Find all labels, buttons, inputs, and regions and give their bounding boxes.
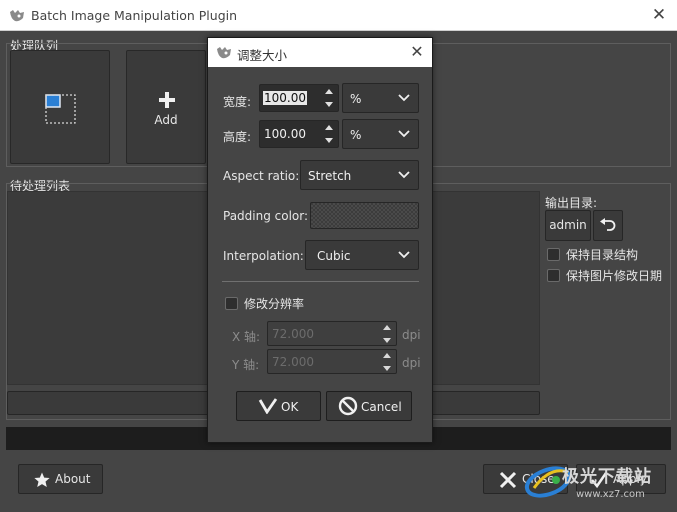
padding-color-button[interactable] <box>310 202 419 229</box>
cancel-label: Cancel <box>361 400 402 414</box>
aspect-ratio-label: Aspect ratio: <box>223 169 300 183</box>
cancel-button[interactable]: Cancel <box>326 391 412 421</box>
keep-date-checkbox[interactable]: 保持图片修改日期 <box>547 267 662 284</box>
height-spinbox[interactable]: 100.00 <box>259 120 339 148</box>
height-stepper-arrows[interactable] <box>324 123 336 145</box>
width-unit-value: % <box>350 92 362 106</box>
output-folder-button[interactable]: admin <box>545 210 591 241</box>
change-resolution-label: 修改分辨率 <box>244 297 305 311</box>
y-resolution-spinbox[interactable]: 72.000 <box>267 349 397 374</box>
keep-structure-label: 保持目录结构 <box>566 248 639 262</box>
star-icon <box>34 472 50 487</box>
width-value[interactable]: 100.00 <box>263 91 307 105</box>
add-step-label: Add <box>154 113 178 127</box>
width-spinbox[interactable]: 100.00 <box>259 84 339 112</box>
interpolation-label: Interpolation: <box>223 249 304 263</box>
chevron-down-icon <box>398 171 410 179</box>
ok-label: OK <box>281 400 299 414</box>
dialog-title: 调整大小 <box>237 48 288 63</box>
keep-date-box[interactable] <box>547 269 560 282</box>
width-label: 宽度: <box>223 95 252 109</box>
interpolation-value: Cubic <box>317 249 351 263</box>
watermark-logo: 极光下载站 www.xz7.com <box>520 458 677 512</box>
dialog-titlebar: 调整大小 ✕ <box>208 38 432 67</box>
add-step-tile[interactable]: Add <box>126 50 206 164</box>
interpolation-select[interactable]: Cubic <box>305 240 419 270</box>
aspect-ratio-select[interactable]: Stretch <box>300 160 419 190</box>
window-close-icon[interactable]: ✕ <box>649 4 669 26</box>
chevron-down-icon <box>398 94 410 102</box>
x-unit-label: dpi <box>402 328 421 342</box>
keep-date-label: 保持图片修改日期 <box>566 269 663 283</box>
plus-icon <box>159 92 175 108</box>
x-axis-label: X 轴: <box>232 330 261 344</box>
y-unit-label: dpi <box>402 356 421 370</box>
gimp-icon <box>217 47 231 59</box>
chevron-down-icon <box>398 251 410 259</box>
y-axis-label: Y 轴: <box>232 358 260 372</box>
close-x-icon <box>499 471 517 489</box>
ok-button[interactable]: OK <box>236 391 321 421</box>
change-resolution-checkbox[interactable]: 修改分辨率 <box>225 295 304 312</box>
change-resolution-box[interactable] <box>225 297 238 310</box>
reset-folder-button[interactable] <box>593 210 623 241</box>
window-titlebar: Batch Image Manipulation Plugin ✕ <box>0 0 677 31</box>
x-resolution-spinbox[interactable]: 72.000 <box>267 321 397 346</box>
watermark-text: 极光下载站 <box>562 467 652 487</box>
height-value[interactable]: 100.00 <box>263 127 307 141</box>
undo-icon <box>600 218 616 231</box>
dialog-close-icon[interactable]: ✕ <box>408 41 426 63</box>
dialog-divider <box>222 281 419 282</box>
output-dir-label: 输出目录: <box>545 196 598 210</box>
resize-dialog: 调整大小 ✕ 宽度: 100.00 % 高度: 100.00 % Aspect … <box>207 37 433 443</box>
window-title: Batch Image Manipulation Plugin <box>31 8 238 23</box>
image-selection-icon <box>45 94 76 124</box>
width-stepper-arrows[interactable] <box>324 87 336 109</box>
watermark-url: www.xz7.com <box>576 489 645 500</box>
y-resolution-value: 72.000 <box>272 355 314 369</box>
cancel-circle-icon <box>338 396 358 416</box>
height-label: 高度: <box>223 130 252 144</box>
keep-structure-box[interactable] <box>547 248 560 261</box>
gimp-icon <box>10 10 24 22</box>
keep-structure-checkbox[interactable]: 保持目录结构 <box>547 246 638 263</box>
about-button[interactable]: About <box>18 464 103 494</box>
y-stepper-arrows[interactable] <box>382 351 394 373</box>
queue-tile-placeholder[interactable] <box>10 50 110 164</box>
x-stepper-arrows[interactable] <box>382 323 394 345</box>
height-unit-select[interactable]: % <box>342 119 419 149</box>
padding-color-label: Padding color: <box>223 209 309 223</box>
height-unit-value: % <box>350 128 362 142</box>
x-resolution-value: 72.000 <box>272 327 314 341</box>
width-unit-select[interactable]: % <box>342 83 419 113</box>
chevron-down-icon <box>398 130 410 138</box>
aspect-ratio-value: Stretch <box>308 169 352 183</box>
checkmark-icon <box>258 398 278 414</box>
about-label: About <box>55 472 91 486</box>
